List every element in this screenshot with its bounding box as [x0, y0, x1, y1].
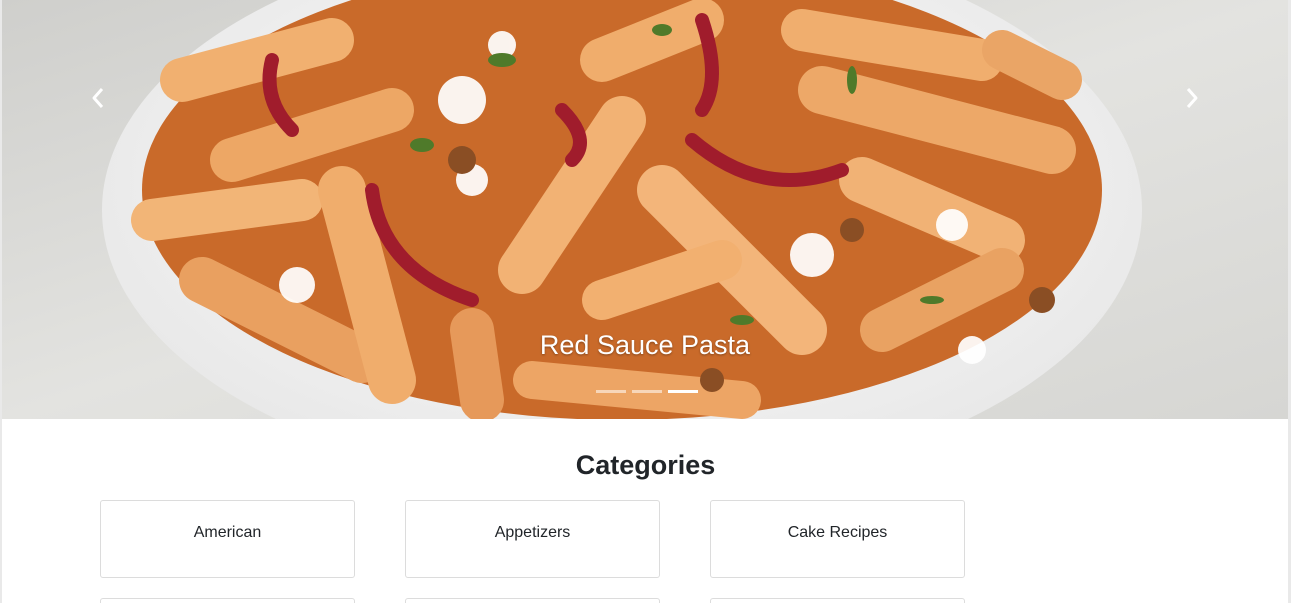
carousel-caption: Red Sauce Pasta	[539, 330, 751, 360]
carousel-prev-button[interactable]	[78, 78, 118, 118]
category-card[interactable]	[710, 598, 965, 603]
carousel-next-button[interactable]	[1172, 78, 1212, 118]
chevron-right-icon	[1186, 88, 1198, 108]
category-card-label: Cake Recipes	[787, 524, 888, 541]
category-card-label: Appetizers	[494, 524, 571, 541]
category-card-cake-recipes[interactable]: Cake Recipes	[710, 500, 965, 578]
category-card-appetizers[interactable]: Appetizers	[405, 500, 660, 578]
chevron-left-icon	[92, 88, 104, 108]
hero-carousel: Red Sauce Pasta	[2, 0, 1288, 419]
category-card-label: American	[193, 524, 262, 541]
category-card[interactable]	[100, 598, 355, 603]
category-card[interactable]	[405, 598, 660, 603]
category-card-american[interactable]: American	[100, 500, 355, 578]
carousel-indicators	[596, 390, 698, 393]
carousel-indicator[interactable]	[596, 390, 626, 393]
carousel-indicator[interactable]	[632, 390, 662, 393]
categories-title: Categories	[575, 450, 716, 480]
carousel-indicator-active[interactable]	[668, 390, 698, 393]
